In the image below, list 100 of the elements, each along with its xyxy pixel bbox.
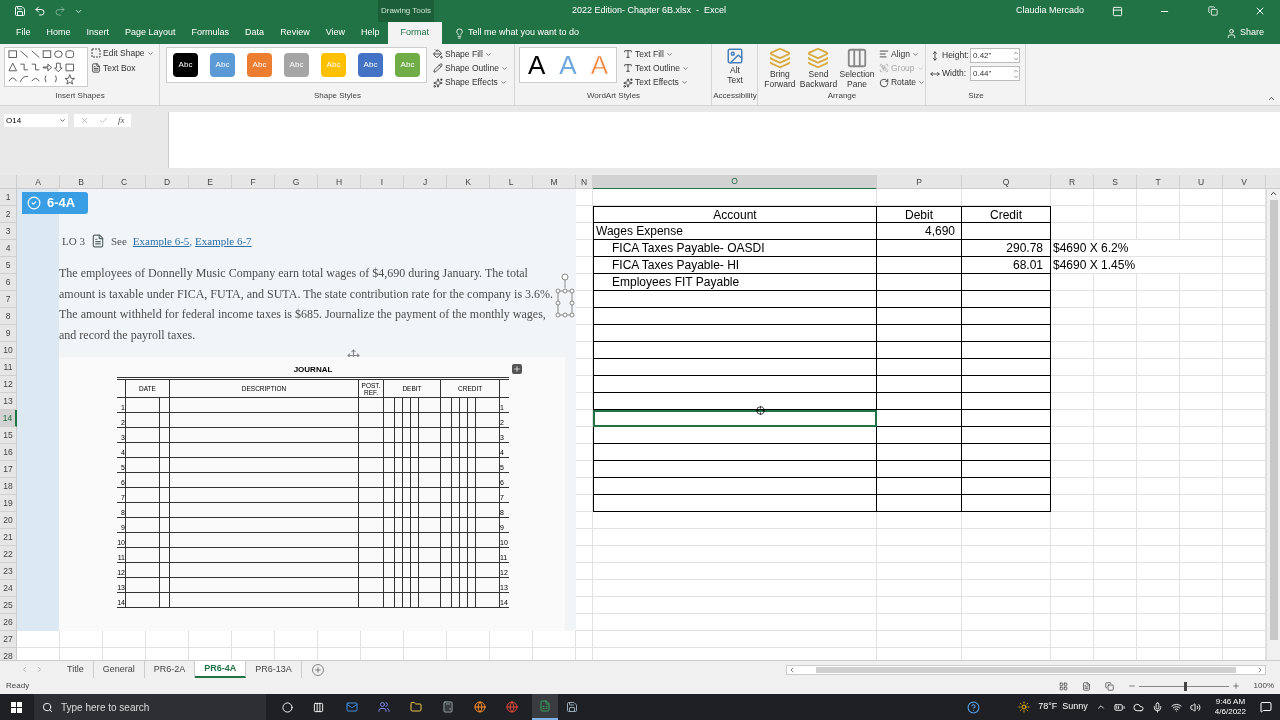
spreadsheet-cell[interactable] xyxy=(1180,444,1223,461)
spreadsheet-cell[interactable] xyxy=(1180,546,1223,563)
spreadsheet-cell[interactable] xyxy=(1180,206,1223,223)
spreadsheet-cell[interactable] xyxy=(1137,427,1180,444)
spreadsheet-cell[interactable] xyxy=(1094,291,1137,308)
spreadsheet-cell[interactable] xyxy=(593,614,877,631)
wordart-style[interactable]: A xyxy=(528,52,546,78)
spreadsheet-cell[interactable] xyxy=(1180,359,1223,376)
spreadsheet-cell[interactable] xyxy=(1137,342,1180,359)
account-cell[interactable] xyxy=(593,308,877,325)
account-cell[interactable] xyxy=(593,427,877,444)
ribbon-tab[interactable]: Help xyxy=(353,22,388,44)
spreadsheet-cell[interactable] xyxy=(1051,597,1094,614)
spreadsheet-cell[interactable] xyxy=(1094,376,1137,393)
account-cell[interactable] xyxy=(593,325,877,342)
spreadsheet-cell[interactable] xyxy=(877,631,962,648)
spreadsheet-cell[interactable] xyxy=(1094,359,1137,376)
spreadsheet-cell[interactable] xyxy=(877,546,962,563)
spreadsheet-icon[interactable] xyxy=(539,700,551,712)
spreadsheet-cell[interactable] xyxy=(1137,223,1180,240)
spreadsheet-cell[interactable] xyxy=(1094,631,1137,648)
spreadsheet-cell[interactable] xyxy=(1094,206,1137,223)
ribbon-command[interactable]: Text Effects xyxy=(623,75,689,90)
spreadsheet-cell[interactable] xyxy=(1180,529,1223,546)
spreadsheet-cell[interactable] xyxy=(1094,614,1137,631)
insert-function-button[interactable]: fx xyxy=(118,113,125,128)
tell-me-field[interactable]: Tell me what you want to do xyxy=(468,26,580,40)
weather-text[interactable]: 78°F Sunny xyxy=(1038,700,1088,714)
spreadsheet-cell[interactable] xyxy=(1051,274,1094,291)
spreadsheet-cell[interactable] xyxy=(1137,580,1180,597)
spreadsheet-cell[interactable] xyxy=(1051,631,1094,648)
spreadsheet-cell[interactable] xyxy=(576,631,593,648)
spreadsheet-cell[interactable] xyxy=(962,529,1051,546)
spreadsheet-cell[interactable] xyxy=(962,546,1051,563)
ribbon-command[interactable]: Shape Outline xyxy=(433,61,508,76)
text-box-button[interactable]: Text Box xyxy=(91,61,154,75)
spreadsheet-cell[interactable] xyxy=(1051,325,1094,342)
row-header[interactable]: 14 xyxy=(0,410,17,427)
collapse-ribbon-icon[interactable] xyxy=(1267,94,1276,103)
spreadsheet-cell[interactable] xyxy=(1180,597,1223,614)
alt-text-button[interactable]: Alt Text xyxy=(712,44,758,90)
spreadsheet-cell[interactable] xyxy=(1137,512,1180,529)
account-cell[interactable] xyxy=(593,478,877,495)
example-link[interactable]: Example 6-7 xyxy=(195,233,252,250)
spreadsheet-cell[interactable] xyxy=(593,546,877,563)
spreadsheet-cell[interactable] xyxy=(1051,393,1094,410)
zoom-out-icon[interactable] xyxy=(1127,682,1136,690)
next-sheet-icon[interactable] xyxy=(35,665,44,674)
close-icon[interactable] xyxy=(1254,5,1266,17)
spreadsheet-cell[interactable] xyxy=(1137,529,1180,546)
spreadsheet-cell[interactable] xyxy=(1094,580,1137,597)
spreadsheet-cell[interactable] xyxy=(1094,546,1137,563)
add-button[interactable] xyxy=(512,364,522,374)
spreadsheet-cell[interactable] xyxy=(593,631,877,648)
spreadsheet-cell[interactable] xyxy=(1180,342,1223,359)
volume-icon[interactable] xyxy=(1189,701,1201,713)
spreadsheet-cell[interactable] xyxy=(877,580,962,597)
ribbon-command[interactable]: Align xyxy=(878,47,925,62)
spreadsheet-cell[interactable] xyxy=(1051,223,1094,240)
account-cell[interactable] xyxy=(593,359,877,376)
vertical-scrollbar[interactable] xyxy=(1266,189,1280,660)
cortana-icon[interactable] xyxy=(282,701,293,713)
ribbon-tab[interactable]: Format xyxy=(387,22,443,44)
account-cell[interactable]: Wages Expense xyxy=(593,223,877,240)
spreadsheet-cell[interactable] xyxy=(593,563,877,580)
spreadsheet-cell[interactable] xyxy=(1180,376,1223,393)
task-view-icon[interactable] xyxy=(313,701,324,713)
share-button[interactable]: Share xyxy=(1225,22,1264,44)
spreadsheet-cell[interactable] xyxy=(877,563,962,580)
spreadsheet-cell[interactable] xyxy=(1051,410,1094,427)
notifications-icon[interactable] xyxy=(1260,701,1272,713)
edit-shape-button[interactable]: Edit Shape xyxy=(91,47,154,60)
cancel-icon[interactable] xyxy=(80,116,89,125)
spreadsheet-cell[interactable] xyxy=(1137,189,1180,206)
spreadsheet-cell[interactable] xyxy=(1051,376,1094,393)
spreadsheet-cell[interactable] xyxy=(593,580,877,597)
arrange-button[interactable]: Send Backward xyxy=(799,47,838,90)
shape-gallery[interactable] xyxy=(4,47,88,87)
spreadsheet-cell[interactable] xyxy=(1094,427,1137,444)
spin-down-icon[interactable] xyxy=(1013,55,1019,62)
account-cell[interactable] xyxy=(593,410,877,427)
taskbar-search-field[interactable]: Type here to search xyxy=(34,694,266,720)
clock[interactable]: 9:46 AM 4/6/2022 xyxy=(1214,697,1246,717)
spreadsheet-cell[interactable] xyxy=(1180,308,1223,325)
spreadsheet-cell[interactable] xyxy=(1137,325,1180,342)
spreadsheet-cell[interactable] xyxy=(877,614,962,631)
spin-up-icon[interactable] xyxy=(1013,67,1019,74)
spreadsheet-cell[interactable] xyxy=(1180,393,1223,410)
spreadsheet-cell[interactable] xyxy=(1051,546,1094,563)
ribbon-command[interactable]: Rotate xyxy=(878,75,925,90)
account-cell[interactable] xyxy=(593,444,877,461)
spreadsheet-cell[interactable] xyxy=(593,597,877,614)
help-icon[interactable] xyxy=(967,700,981,714)
previous-sheet-icon[interactable] xyxy=(20,665,29,674)
folder-icon[interactable] xyxy=(410,701,422,713)
spreadsheet-cell[interactable] xyxy=(962,580,1051,597)
spreadsheet-cell[interactable] xyxy=(1180,274,1223,291)
spreadsheet-cell[interactable] xyxy=(1051,427,1094,444)
column-header[interactable]: O xyxy=(593,175,877,190)
spreadsheet-cell[interactable] xyxy=(1051,444,1094,461)
